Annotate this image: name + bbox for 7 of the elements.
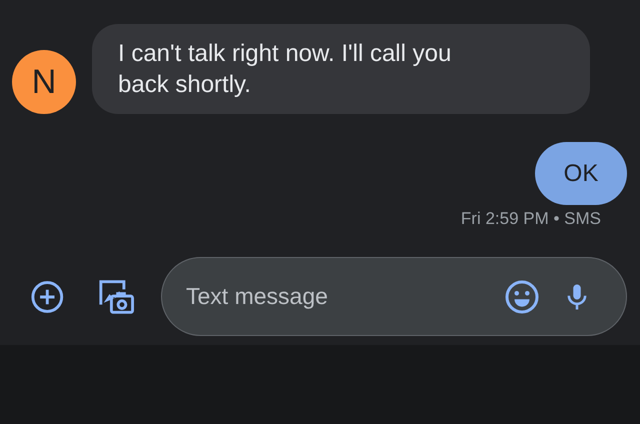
add-icon[interactable] [30,278,65,314]
contact-avatar[interactable]: N [12,50,76,114]
message-input[interactable]: Text message [186,283,482,310]
message-bubble: OK [535,142,627,205]
message-timestamp: Fri 2:59 PM • SMS [460,209,601,229]
emoji-icon[interactable] [504,278,540,314]
message-bubble: I can't talk right now. I'll call you back shortly. [92,24,590,114]
